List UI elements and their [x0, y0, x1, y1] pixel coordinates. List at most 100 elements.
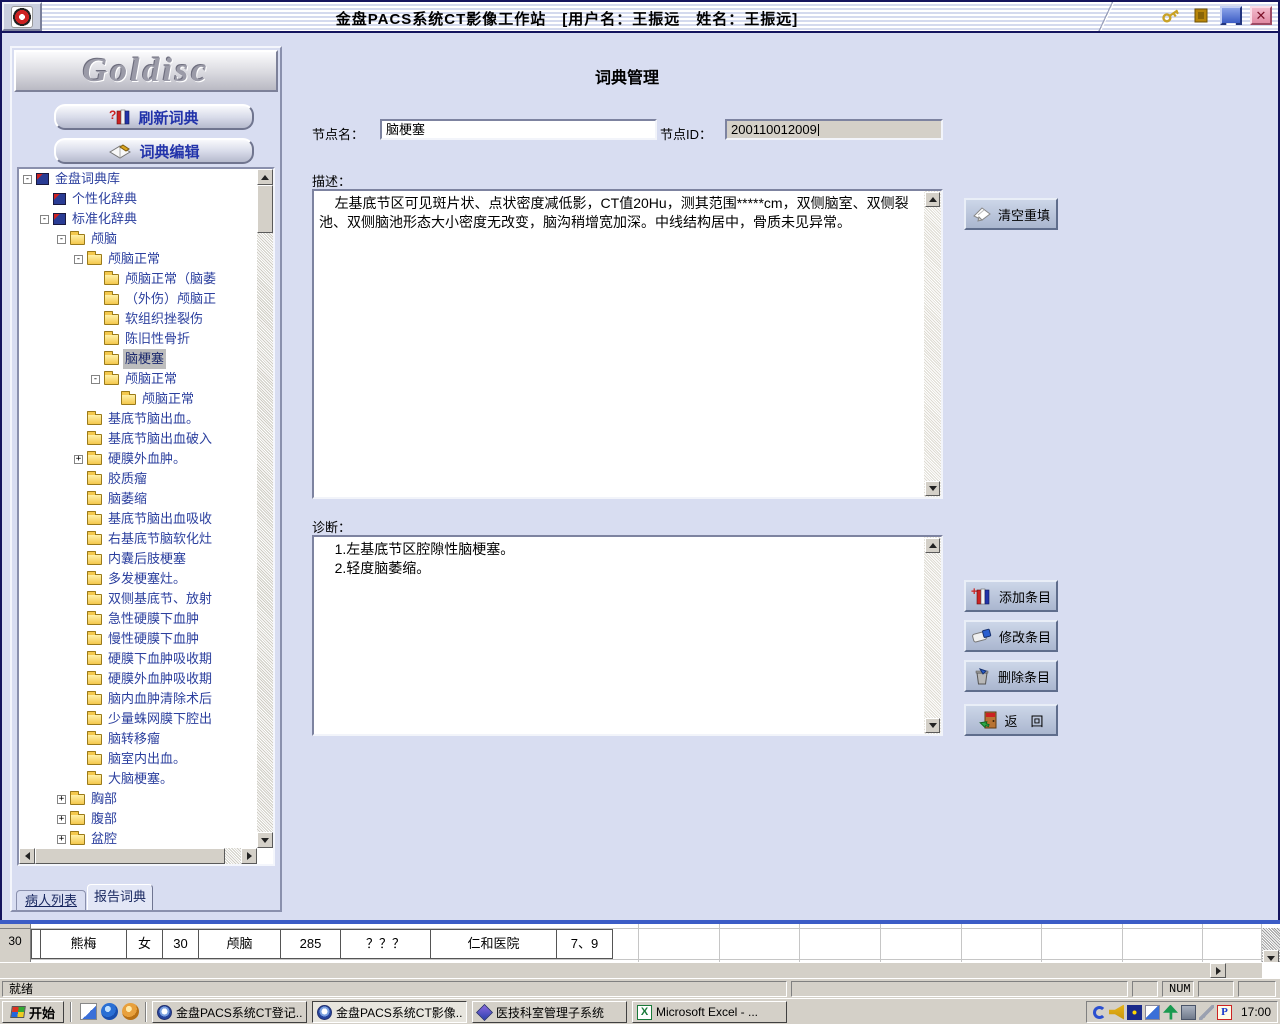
scroll-down-arrow[interactable]	[1263, 950, 1279, 962]
task-button[interactable]: 金盘PACS系统CT登记...	[152, 1001, 307, 1023]
tree-item[interactable]: 硬膜外血肿吸收期	[19, 669, 257, 689]
tree-item[interactable]: 大脑梗塞。	[19, 769, 257, 789]
tree-item[interactable]: 内囊后肢梗塞	[19, 549, 257, 569]
p-flag-icon[interactable]	[1217, 1005, 1232, 1020]
minimize-button[interactable]: ▁	[1220, 6, 1242, 25]
tree-vertical-scrollbar[interactable]	[257, 169, 273, 848]
close-button[interactable]: ✕	[1250, 6, 1272, 25]
scroll-right-arrow[interactable]	[241, 848, 257, 864]
tree-item[interactable]: 脑梗塞	[19, 349, 257, 369]
speaker-icon[interactable]	[1109, 1005, 1124, 1020]
excel-horizontal-scrollbar[interactable]	[0, 962, 1262, 978]
tree-item[interactable]: -金盘词典库	[19, 169, 257, 189]
node-id-input[interactable]: 200110012009	[725, 119, 943, 140]
tree-item[interactable]: +腹部	[19, 809, 257, 829]
tree-item[interactable]: （外伤）颅脑正	[19, 289, 257, 309]
tree-item[interactable]: -颅脑正常	[19, 249, 257, 269]
tree-item[interactable]: 脑转移瘤	[19, 729, 257, 749]
task-button[interactable]: 金盘PACS系统CT影像...	[312, 1001, 467, 1023]
tree-item[interactable]: 急性硬膜下血肿	[19, 609, 257, 629]
scroll-left-arrow[interactable]	[19, 848, 35, 864]
modify-entry-button[interactable]: 修改条目	[964, 620, 1058, 652]
tree-item[interactable]: +胸部	[19, 789, 257, 809]
expander-plus-icon[interactable]: +	[57, 835, 66, 844]
excel-empty-cell[interactable]	[881, 924, 962, 962]
face-icon[interactable]	[122, 1003, 139, 1020]
tree-item[interactable]: 颅脑正常	[19, 389, 257, 409]
tree-item[interactable]: 多发梗塞灶。	[19, 569, 257, 589]
excel-empty-cell[interactable]	[1042, 924, 1123, 962]
tree-item[interactable]: 基底节脑出血破入	[19, 429, 257, 449]
expander-plus-icon[interactable]: +	[57, 795, 66, 804]
network-icon[interactable]	[1181, 1005, 1196, 1020]
expander-minus-icon[interactable]: -	[74, 255, 83, 264]
expander-minus-icon[interactable]: -	[23, 175, 32, 184]
excel-cell[interactable]: 熊梅	[41, 929, 127, 959]
scroll-down-arrow[interactable]	[925, 718, 940, 733]
excel-empty-cell[interactable]	[962, 924, 1043, 962]
tree-item[interactable]: 少量蛛网膜下腔出	[19, 709, 257, 729]
excel-empty-cell[interactable]	[800, 924, 881, 962]
expander-plus-icon[interactable]: +	[74, 455, 83, 464]
tree-item[interactable]: 颅脑正常（脑萎	[19, 269, 257, 289]
excel-row-header[interactable]: 30	[0, 924, 31, 962]
scrollbar-thumb[interactable]	[35, 848, 225, 864]
tree-item[interactable]: -颅脑	[19, 229, 257, 249]
tree-item[interactable]: 基底节脑出血吸收	[19, 509, 257, 529]
expander-minus-icon[interactable]: -	[40, 215, 49, 224]
refresh-dictionary-button[interactable]: ? 刷新词典	[54, 104, 254, 130]
umbrella-icon[interactable]	[1163, 1005, 1178, 1020]
tree-item[interactable]: +硬膜外血肿。	[19, 449, 257, 469]
tree-item[interactable]: 硬膜下血肿吸收期	[19, 649, 257, 669]
start-button[interactable]: 开始	[2, 1001, 64, 1023]
excel-empty-cell[interactable]	[720, 924, 801, 962]
tree-item[interactable]: +盆腔	[19, 829, 257, 848]
tree-item[interactable]: 软组织挫裂伤	[19, 309, 257, 329]
tree-item[interactable]: 脑室内出血。	[19, 749, 257, 769]
scrollbar-thumb[interactable]	[1075, 963, 1210, 978]
excel-cell[interactable]: 7、9	[557, 929, 613, 959]
excel-empty-cell[interactable]	[639, 924, 720, 962]
tree-item[interactable]: 右基底节脑软化灶	[19, 529, 257, 549]
scroll-down-arrow[interactable]	[925, 481, 940, 496]
tree-item[interactable]: 胶质瘤	[19, 469, 257, 489]
tree-item[interactable]: -标准化辞典	[19, 209, 257, 229]
scrollbar-thumb[interactable]	[257, 185, 273, 233]
scroll-down-arrow[interactable]	[257, 832, 273, 848]
tree-item[interactable]: -颅脑正常	[19, 369, 257, 389]
tree-item[interactable]: 双侧基底节、放射	[19, 589, 257, 609]
tab-patient-list[interactable]: 病人列表	[16, 890, 86, 910]
clear-refill-button[interactable]: 清空重填	[964, 198, 1058, 230]
excel-cell[interactable]	[31, 929, 41, 959]
tree-item[interactable]: 慢性硬膜下血肿	[19, 629, 257, 649]
tree-item[interactable]: 脑内血肿清除术后	[19, 689, 257, 709]
excel-cell[interactable]: 30	[163, 929, 199, 959]
task-button[interactable]: 医技科室管理子系统	[472, 1001, 627, 1023]
excel-cell[interactable]: 颅脑	[199, 929, 281, 959]
editor-icon[interactable]	[80, 1003, 97, 1020]
return-button[interactable]: 返 回	[964, 704, 1058, 736]
tree-horizontal-scrollbar[interactable]	[19, 848, 257, 864]
excel-cell[interactable]: ？？？	[341, 929, 431, 959]
tab-report-dictionary[interactable]: 报告词典	[87, 884, 153, 910]
scroll-up-arrow[interactable]	[925, 538, 940, 553]
tree-item[interactable]: 陈旧性骨折	[19, 329, 257, 349]
excel-cell[interactable]: 女	[127, 929, 163, 959]
messenger-icon[interactable]	[101, 1003, 118, 1020]
scroll-right-arrow[interactable]	[1210, 963, 1226, 978]
pencil-icon[interactable]	[1199, 1005, 1214, 1020]
app-icon-box[interactable]	[2, 2, 42, 31]
expander-minus-icon[interactable]: -	[57, 235, 66, 244]
expander-minus-icon[interactable]: -	[91, 375, 100, 384]
task-button[interactable]: Microsoft Excel - ...	[632, 1001, 787, 1023]
logout-icon[interactable]	[1190, 6, 1212, 25]
scroll-up-arrow[interactable]	[257, 169, 273, 185]
diagnosis-textarea[interactable]: 1.左基底节区腔隙性脑梗塞。 2.轻度脑萎缩。	[312, 535, 943, 736]
excel-vertical-scrollbar[interactable]	[1262, 928, 1280, 962]
excel-cell[interactable]: 285	[281, 929, 341, 959]
expander-plus-icon[interactable]: +	[57, 815, 66, 824]
tree-item[interactable]: 个性化辞典	[19, 189, 257, 209]
excel-empty-cell[interactable]	[1123, 924, 1204, 962]
key-icon[interactable]	[1160, 6, 1182, 25]
delete-entry-button[interactable]: 删除条目	[964, 660, 1058, 692]
